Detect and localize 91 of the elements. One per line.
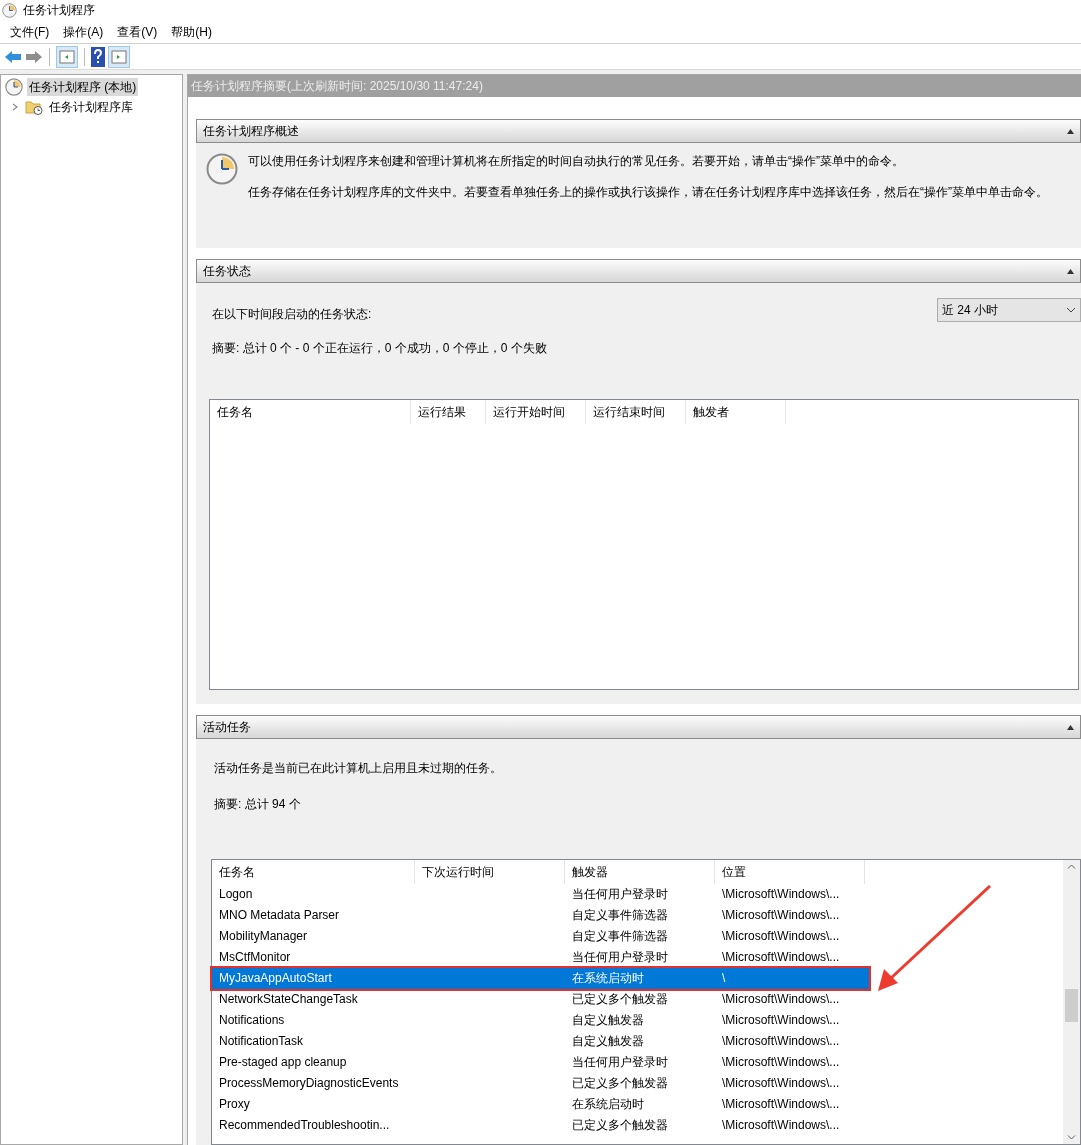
pane-toggle-icon[interactable] <box>108 45 130 68</box>
task-trigger: 自定义事件筛选器 <box>571 928 669 945</box>
pane-toggle-icon[interactable] <box>56 45 78 68</box>
folder-clock-icon <box>25 99 43 115</box>
dropdown-chevron-icon <box>1066 307 1076 313</box>
task-name: RecommendedTroubleshootin... <box>218 1117 391 1134</box>
task-location: \Microsoft\Windows\... <box>721 886 841 903</box>
column-header[interactable]: 运行结束时间 <box>586 400 686 424</box>
task-location: \Microsoft\Windows\... <box>721 1054 841 1071</box>
task-row[interactable]: ProcessMemoryDiagnosticEvents 已定义多个触发器 \Microsoft\Windows\... <box>212 1073 869 1094</box>
scroll-down-icon[interactable] <box>1067 1135 1076 1140</box>
collapsed-chevron-icon[interactable] <box>11 103 19 111</box>
menu-item[interactable]: 帮助(H) <box>164 21 219 42</box>
task-trigger: 当任何用户登录时 <box>571 949 669 966</box>
task-location: \Microsoft\Windows\... <box>721 991 841 1008</box>
task-row[interactable]: Notifications 自定义触发器 \Microsoft\Windows\... <box>212 1010 869 1031</box>
task-name: MsCtfMonitor <box>218 949 292 966</box>
column-header[interactable]: 运行开始时间 <box>486 400 586 424</box>
task-name: Pre-staged app cleanup <box>218 1054 348 1071</box>
menu-item[interactable]: 文件(F) <box>3 21 57 42</box>
task-trigger: 自定义事件筛选器 <box>571 907 669 924</box>
task-trigger: 自定义触发器 <box>571 1033 645 1050</box>
overview-text: 任务存储在任务计划程序库的文件夹中。若要查看单独任务上的操作或执行该操作，请在任务计划程序库中选择该任务，然后在“操作”菜单中单击命令。 <box>248 184 1048 201</box>
task-row[interactable]: Logon 当任何用户登录时 \Microsoft\Windows\... <box>212 884 869 905</box>
clock-icon <box>5 78 23 96</box>
menu-item[interactable]: 操作(A) <box>56 21 111 42</box>
scrollbar-thumb[interactable] <box>1065 989 1078 1022</box>
back-arrow-icon[interactable] <box>4 49 22 64</box>
column-header[interactable]: 下次运行时间 <box>415 860 565 884</box>
period-label: 在以下时间段启动的任务状态: <box>212 306 372 323</box>
task-name: MobilityManager <box>218 928 309 945</box>
forward-arrow-icon[interactable] <box>25 49 43 64</box>
task-location: \Microsoft\Windows\... <box>721 907 841 924</box>
section-header[interactable]: 任务状态 <box>196 259 1081 283</box>
column-header[interactable]: 触发者 <box>686 400 786 424</box>
section-header[interactable]: 活动任务 <box>196 715 1081 739</box>
task-row[interactable]: RecommendedTroubleshootin... 已定义多个触发器 \Microsoft\Windows\... <box>212 1115 869 1136</box>
task-row[interactable]: Pre-staged app cleanup 当任何用户登录时 \Microsoft\Windows\... <box>212 1052 869 1073</box>
column-header[interactable]: 运行结果 <box>411 400 486 424</box>
task-name: NotificationTask <box>218 1033 305 1050</box>
collapse-icon <box>1067 268 1074 274</box>
task-location: \Microsoft\Windows\... <box>721 928 841 945</box>
task-trigger: 当任何用户登录时 <box>571 1054 669 1071</box>
period-dropdown[interactable]: 近 24 小时 <box>937 298 1081 322</box>
task-location: \Microsoft\Windows\... <box>721 949 841 966</box>
task-name: Logon <box>218 886 254 903</box>
scrollbar[interactable] <box>1063 860 1080 1144</box>
menu-item[interactable]: 查看(V) <box>110 21 165 42</box>
clock-icon <box>206 153 238 185</box>
status-summary: 摘要: 总计 0 个 - 0 个正在运行，0 个成功，0 个停止，0 个失败 <box>212 340 548 357</box>
task-trigger: 自定义触发器 <box>571 1012 645 1029</box>
task-row[interactable]: NotificationTask 自定义触发器 \Microsoft\Windows\... <box>212 1031 869 1052</box>
tree-item[interactable]: 任务计划程序 (本地) <box>27 78 139 96</box>
column-header[interactable]: 触发器 <box>565 860 715 884</box>
overview-text: 可以使用任务计划程序来创建和管理计算机将在所指定的时间自动执行的常见任务。若要开始，请单击“操作”菜单中的命令。 <box>248 153 905 170</box>
task-trigger: 在系统启动时 <box>571 1096 645 1113</box>
column-header[interactable]: 位置 <box>715 860 865 884</box>
task-location: \Microsoft\Windows\... <box>721 1096 841 1113</box>
task-trigger: 在系统启动时 <box>571 970 645 987</box>
task-name: ProcessMemoryDiagnosticEvents <box>218 1075 400 1092</box>
help-icon[interactable] <box>91 46 105 67</box>
task-row[interactable]: NetworkStateChangeTask 已定义多个触发器 \Microsoft\Windows\... <box>212 989 869 1010</box>
tree-item[interactable]: 任务计划程序库 <box>47 98 135 116</box>
task-name: Notifications <box>218 1012 286 1029</box>
task-trigger: 当任何用户登录时 <box>571 886 669 903</box>
task-name: Proxy <box>218 1096 251 1113</box>
task-row[interactable]: Proxy 在系统启动时 \Microsoft\Windows\... <box>212 1094 869 1115</box>
task-row[interactable]: MyJavaAppAutoStart 在系统启动时 \ <box>212 968 869 989</box>
task-name: NetworkStateChangeTask <box>218 991 359 1008</box>
task-trigger: 已定义多个触发器 <box>571 1117 669 1134</box>
task-name: MNO Metadata Parser <box>218 907 341 924</box>
task-location: \Microsoft\Windows\... <box>721 1033 841 1050</box>
task-location: \Microsoft\Windows\... <box>721 1117 841 1134</box>
task-row[interactable]: MsCtfMonitor 当任何用户登录时 \Microsoft\Windows\... <box>212 947 869 968</box>
collapse-icon <box>1067 128 1074 134</box>
collapse-icon <box>1067 724 1074 730</box>
task-row[interactable]: MNO Metadata Parser 自定义事件筛选器 \Microsoft\Windows\... <box>212 905 869 926</box>
section-header[interactable]: 任务计划程序概述 <box>196 119 1081 143</box>
task-row[interactable]: MobilityManager 自定义事件筛选器 \Microsoft\Windows\... <box>212 926 869 947</box>
task-location: \ <box>721 970 727 987</box>
window-title: 任务计划程序 <box>23 2 95 19</box>
task-trigger: 已定义多个触发器 <box>571 991 669 1008</box>
scroll-up-icon[interactable] <box>1067 864 1076 869</box>
active-tasks-summary: 摘要: 总计 94 个 <box>214 796 302 813</box>
active-tasks-description: 活动任务是当前已在此计算机上启用且未过期的任务。 <box>214 760 503 777</box>
task-location: \Microsoft\Windows\... <box>721 1012 841 1029</box>
task-location: \Microsoft\Windows\... <box>721 1075 841 1092</box>
column-header[interactable]: 任务名 <box>212 860 415 884</box>
column-header[interactable]: 任务名 <box>210 400 411 424</box>
task-trigger: 已定义多个触发器 <box>571 1075 669 1092</box>
task-name: MyJavaAppAutoStart <box>218 970 333 987</box>
